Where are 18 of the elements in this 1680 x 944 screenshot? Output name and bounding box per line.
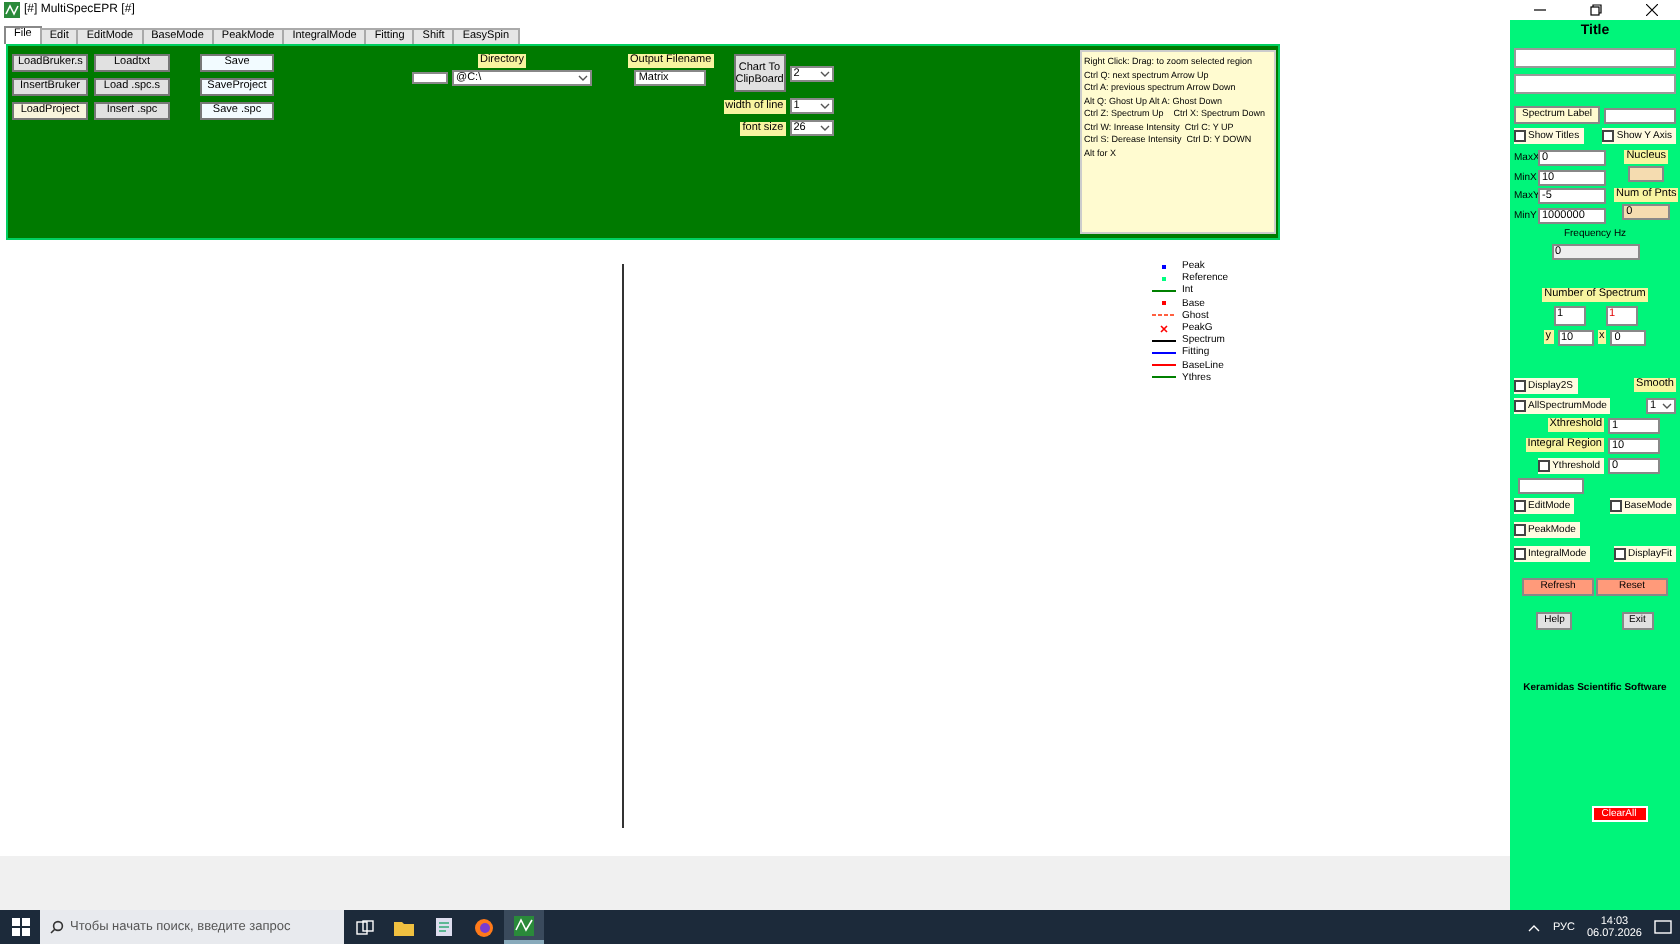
caret-icon <box>819 102 830 110</box>
caret-icon <box>819 69 830 77</box>
caret-icon <box>819 124 830 132</box>
notification-icon[interactable] <box>1654 919 1672 935</box>
app-taskbar-icon[interactable] <box>504 910 544 944</box>
spectrum-label-field[interactable] <box>1604 107 1676 123</box>
caret-icon <box>578 74 588 82</box>
chevron-up-icon[interactable] <box>1528 923 1541 931</box>
close-icon[interactable] <box>1646 4 1658 16</box>
caret-icon <box>1662 401 1672 409</box>
nucleus-field[interactable] <box>1628 166 1665 182</box>
input-field[interactable] <box>1518 477 1584 493</box>
restore-icon[interactable] <box>1590 4 1602 16</box>
search-icon <box>50 920 64 934</box>
minimize-icon[interactable] <box>1534 4 1546 16</box>
input-field[interactable] <box>412 72 448 84</box>
subtitle-field[interactable] <box>1514 74 1676 94</box>
title-field[interactable] <box>1514 48 1676 68</box>
